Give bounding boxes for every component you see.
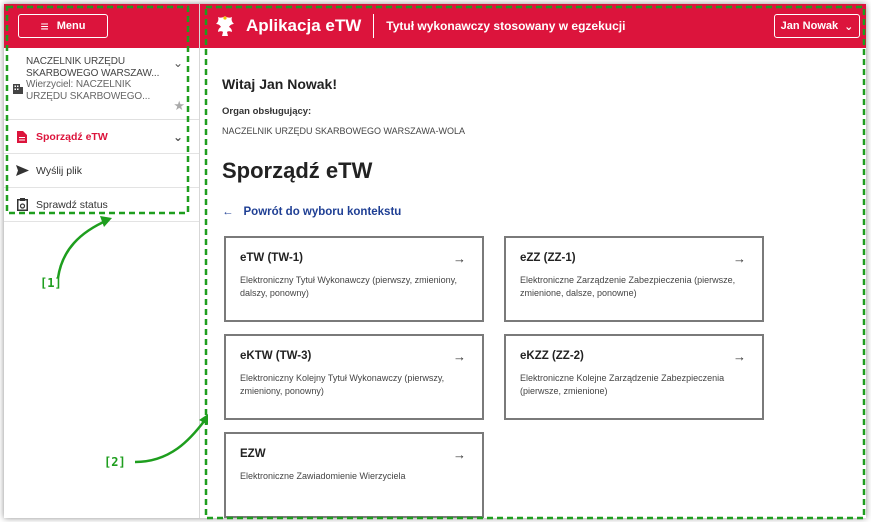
context-line-3: Wierzyciel: NACZELNIK [26, 79, 132, 90]
menu-button[interactable]: ≡ Menu [18, 14, 108, 38]
sidebar-top-bar: ≡ Menu [4, 4, 199, 48]
card-description: Elektroniczne Zawiadomienie Wierzyciela [240, 471, 406, 481]
org-label: Organ obsługujący: [222, 106, 312, 117]
send-icon [14, 165, 30, 176]
app-subtitle: Tytuł wykonawczy stosowany w egzekucji [386, 19, 626, 33]
sidebar-item-label: Sporządź eTW [36, 130, 108, 143]
hamburger-icon: ≡ [40, 18, 49, 34]
context-line-2: SKARBOWEGO WARSZAW... [26, 67, 160, 79]
card-description: Elektroniczne Kolejne Zarządzenie Zabezp… [520, 373, 725, 396]
back-link[interactable]: ← Powrót do wyboru kontekstu [222, 206, 401, 218]
arrow-right-icon: → [733, 251, 746, 266]
sidebar-item-label: Sprawdź status [36, 198, 108, 211]
sidebar-item-sprawdz-status[interactable]: Sprawdź status [4, 188, 199, 222]
document-icon [14, 130, 30, 143]
chevron-down-icon: ⌄ [844, 20, 854, 33]
card-title: eTW (TW-1) [240, 252, 304, 264]
context-selector[interactable]: NACZELNIK URZĘDU SKARBOWEGO WARSZAW... W… [4, 48, 199, 120]
page-title: Sporządź eTW [222, 158, 373, 183]
card-etw[interactable]: eTW (TW-1) → Elektroniczny Tytuł Wykonaw… [224, 236, 484, 322]
chevron-down-icon[interactable]: ⌄ [173, 56, 183, 70]
sidebar-item-sporzadz-etw[interactable]: Sporządź eTW ⌄ [4, 120, 199, 154]
card-description: Elektroniczne Zarządzenie Zabezpieczenia… [520, 275, 736, 298]
card-ektw[interactable]: eKTW (TW-3) → Elektroniczny Kolejny Tytu… [224, 334, 484, 420]
app-window: ≡ Menu NACZELNIK URZĘDU SKARBOWEGO WARSZ… [4, 4, 866, 518]
sidebar-item-wyslij-plik[interactable]: Wyślij plik [4, 154, 199, 188]
arrow-right-icon: → [453, 251, 466, 266]
card-description: Elektroniczny Tytuł Wykonawczy (pierwszy… [240, 275, 457, 298]
arrow-left-icon: ← [222, 206, 234, 218]
org-value: NACZELNIK URZĘDU SKARBOWEGO WARSZAWA-WOL… [222, 126, 466, 136]
context-line-1: NACZELNIK URZĘDU [26, 56, 125, 67]
app-header: Aplikacja eTW Tytuł wykonawczy stosowany… [200, 4, 866, 48]
back-link-label: Powrót do wyboru kontekstu [243, 206, 402, 218]
card-title: EZW [240, 448, 266, 460]
main-content: Witaj Jan Nowak! Organ obsługujący: NACZ… [200, 48, 866, 518]
menu-button-label: Menu [56, 20, 86, 32]
annotation-label-1: [1] [40, 276, 62, 290]
eagle-emblem-icon [216, 16, 234, 36]
welcome-heading: Witaj Jan Nowak! [222, 76, 338, 92]
user-menu-button[interactable]: Jan Nowak ⌄ [774, 14, 860, 38]
card-description: Elektroniczny Kolejny Tytuł Wykonawczy (… [240, 373, 445, 396]
sidebar-item-label: Wyślij plik [36, 164, 82, 177]
chevron-down-icon[interactable]: ⌄ [173, 130, 183, 144]
header-divider [373, 14, 375, 38]
arrow-right-icon: → [453, 447, 466, 462]
card-title: eKZZ (ZZ-2) [520, 350, 584, 362]
context-line-4: URZĘDU SKARBOWEGO... [26, 90, 151, 102]
app-title: Aplikacja eTW [246, 16, 362, 35]
card-title: eKTW (TW-3) [240, 350, 312, 362]
arrow-right-icon: → [453, 349, 466, 364]
clipboard-icon [14, 198, 30, 211]
user-name: Jan Nowak [780, 20, 839, 32]
arrow-right-icon: → [733, 349, 746, 364]
annotation-label-2: [2] [104, 455, 126, 469]
sidebar: ≡ Menu NACZELNIK URZĘDU SKARBOWEGO WARSZ… [4, 4, 200, 518]
card-ezz[interactable]: eZZ (ZZ-1) → Elektroniczne Zarządzenie Z… [504, 236, 764, 322]
building-icon [13, 84, 23, 94]
star-icon[interactable]: ★ [173, 98, 185, 114]
card-title: eZZ (ZZ-1) [520, 252, 576, 264]
card-ezw[interactable]: EZW → Elektroniczne Zawiadomienie Wierzy… [224, 432, 484, 518]
card-ekzz[interactable]: eKZZ (ZZ-2) → Elektroniczne Kolejne Zarz… [504, 334, 764, 420]
